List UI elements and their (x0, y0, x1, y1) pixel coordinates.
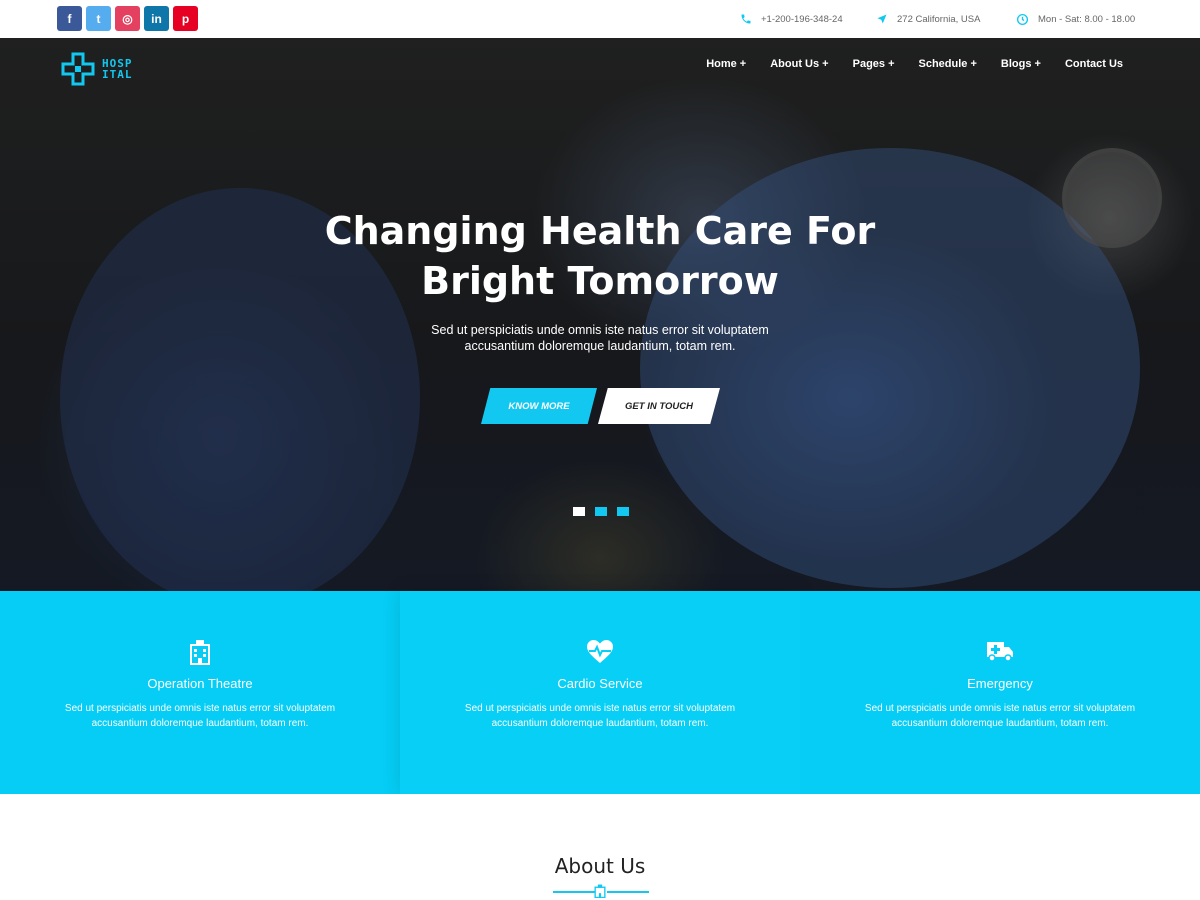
hours-text: Mon - Sat: 8.00 - 18.00 (1038, 13, 1136, 25)
slider-dot-2[interactable] (595, 507, 607, 516)
service-title: Emergency (967, 676, 1033, 691)
service-description-line1: Sed ut perspiciatis unde omnis iste natu… (864, 703, 1136, 714)
ambulance-icon (987, 642, 1013, 662)
hero-subtitle-line2: accusantium doloremque laudantium, totam… (464, 339, 736, 353)
service-card-emergency[interactable]: Emergency Sed ut perspiciatis unde omnis… (800, 591, 1200, 794)
service-title: Cardio Service (557, 676, 643, 691)
medical-cross-icon (61, 52, 95, 86)
hero-title: Changing Health Care For Bright Tomorrow (0, 206, 1200, 306)
address-text: 272 California, USA (897, 13, 981, 25)
instagram-icon[interactable]: ◎ (115, 6, 140, 31)
logo-text: HOSP ITAL (102, 58, 133, 80)
facebook-icon[interactable]: f (57, 6, 82, 31)
get-in-touch-button[interactable]: GET IN TOUCH (598, 388, 720, 424)
clock-icon (1016, 13, 1029, 25)
linkedin-icon[interactable]: in (144, 6, 169, 31)
know-more-button[interactable]: KNOW MORE (481, 388, 597, 424)
location-arrow-icon (877, 14, 887, 24)
slider-pagination (573, 507, 629, 516)
services-strip: Operation Theatre Sed ut perspiciatis un… (0, 591, 1200, 794)
service-description-line1: Sed ut perspiciatis unde omnis iste natu… (64, 703, 336, 714)
hours-contact: Mon - Sat: 8.00 - 18.00 (1016, 0, 1135, 38)
twitter-icon[interactable]: t (86, 6, 111, 31)
hero-subtitle: Sed ut perspiciatis unde omnis iste natu… (0, 322, 1200, 354)
site-logo[interactable]: HOSP ITAL (60, 52, 133, 86)
hero-title-line1: Changing Health Care For (324, 209, 876, 253)
nav-contact-us[interactable]: Contact Us (1053, 58, 1135, 70)
hospital-building-icon (594, 884, 606, 898)
service-description-line2: accusantium doloremque laudantium, totam… (491, 718, 709, 729)
service-description-line1: Sed ut perspiciatis unde omnis iste natu… (464, 703, 736, 714)
phone-contact: +1-200-196-348-24 (740, 0, 843, 38)
hero-title-line2: Bright Tomorrow (421, 259, 779, 303)
social-links: f t ◎ in p (57, 6, 198, 31)
hospital-building-icon (190, 640, 210, 665)
nav-home[interactable]: Home + (694, 58, 758, 70)
service-title: Operation Theatre (147, 676, 253, 691)
service-description: Sed ut perspiciatis unde omnis iste natu… (800, 701, 1200, 731)
heartbeat-icon (587, 640, 613, 663)
slider-dot-3[interactable] (617, 507, 629, 516)
main-nav: Home + About Us + Pages + Schedule + Blo… (694, 58, 1135, 70)
service-card-operation-theatre[interactable]: Operation Theatre Sed ut perspiciatis un… (0, 591, 400, 794)
service-description-line2: accusantium doloremque laudantium, totam… (91, 718, 309, 729)
hero-subtitle-line1: Sed ut perspiciatis unde omnis iste natu… (431, 323, 769, 337)
about-title: About Us (554, 854, 646, 878)
top-bar: f t ◎ in p +1-200-196-348-24 272 Califor… (0, 0, 1200, 38)
title-divider-right (607, 891, 649, 893)
nav-blogs[interactable]: Blogs + (989, 58, 1053, 70)
phone-number: +1-200-196-348-24 (761, 13, 843, 25)
hero-slider: HOSP ITAL Home + About Us + Pages + Sche… (0, 38, 1200, 591)
phone-icon (741, 14, 751, 24)
logo-text-line2: ITAL (102, 68, 133, 81)
service-description: Sed ut perspiciatis unde omnis iste natu… (0, 701, 400, 731)
pinterest-icon[interactable]: p (173, 6, 198, 31)
service-card-cardio-service[interactable]: Cardio Service Sed ut perspiciatis unde … (400, 591, 800, 794)
nav-pages[interactable]: Pages + (841, 58, 907, 70)
slider-dot-1[interactable] (573, 507, 585, 516)
nav-about-us[interactable]: About Us + (758, 58, 840, 70)
nav-schedule[interactable]: Schedule + (907, 58, 989, 70)
service-description-line2: accusantium doloremque laudantium, totam… (891, 718, 1109, 729)
title-divider-left (553, 891, 595, 893)
address-contact: 272 California, USA (876, 0, 980, 38)
service-description: Sed ut perspiciatis unde omnis iste natu… (400, 701, 800, 731)
about-section: About Us (0, 794, 1200, 900)
